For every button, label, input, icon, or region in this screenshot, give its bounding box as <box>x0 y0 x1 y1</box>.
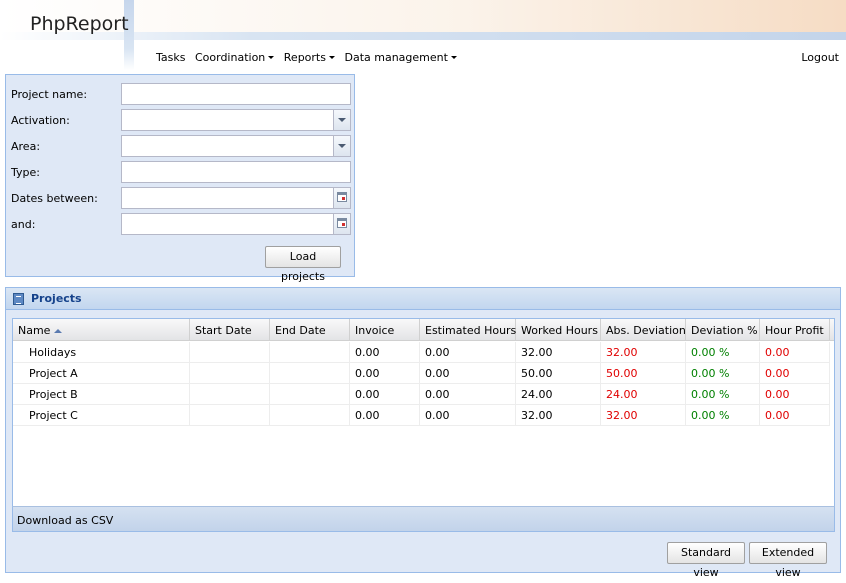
download-csv-link[interactable]: Download as CSV <box>17 514 113 527</box>
column-header-estimated-hours[interactable]: Estimated Hours <box>420 319 516 341</box>
column-header-invoice[interactable]: Invoice <box>350 319 420 341</box>
menu-item-tasks-label: Tasks <box>156 51 186 64</box>
menu-item-data-management[interactable]: Data management <box>344 51 457 64</box>
caret-down-icon <box>450 56 457 59</box>
app-logo: PhpReport <box>30 13 129 35</box>
load-projects-button[interactable]: Load projects <box>265 246 341 283</box>
cell-end-date <box>270 342 350 363</box>
cell-worked-hours: 50.00 <box>516 363 601 384</box>
cell-abs-deviation: 24.00 <box>601 384 686 405</box>
cell-hour-profit: 0.00 <box>760 384 830 405</box>
table-row[interactable]: Project A 0.00 0.00 50.00 50.00 0.00 % 0… <box>13 363 830 384</box>
column-header-abs-deviation[interactable]: Abs. Deviation <box>601 319 686 341</box>
cell-estimated-hours: 0.00 <box>420 342 516 363</box>
column-header-name-label: Name <box>18 324 51 337</box>
cell-name: Project A <box>13 363 190 384</box>
date-from-field[interactable] <box>121 187 351 209</box>
cell-invoice: 0.00 <box>350 342 420 363</box>
cell-start-date <box>190 342 270 363</box>
cell-estimated-hours: 0.00 <box>420 384 516 405</box>
menu-item-coordination-label: Coordination <box>194 51 266 64</box>
column-header-hour-profit[interactable]: Hour Profit <box>760 319 830 341</box>
calendar-icon[interactable] <box>333 214 350 234</box>
cell-name: Holidays <box>13 342 190 363</box>
cell-abs-deviation: 50.00 <box>601 363 686 384</box>
cell-start-date <box>190 384 270 405</box>
activation-combo[interactable] <box>121 109 351 131</box>
type-label: Type: <box>11 166 40 179</box>
table-row[interactable]: Project C 0.00 0.00 32.00 32.00 0.00 % 0… <box>13 405 830 426</box>
projects-grid: Name Start Date End Date Invoice Estimat… <box>12 318 835 532</box>
menu-item-data-management-label: Data management <box>344 51 448 64</box>
cell-end-date <box>270 363 350 384</box>
project-name-label: Project name: <box>11 88 88 101</box>
menu-item-reports-label: Reports <box>283 51 326 64</box>
chevron-down-icon[interactable] <box>333 136 350 156</box>
dates-between-label: Dates between: <box>11 192 98 205</box>
column-header-end-date[interactable]: End Date <box>270 319 350 341</box>
header-accent-bar <box>124 0 134 70</box>
cell-worked-hours: 32.00 <box>516 342 601 363</box>
cell-deviation-pct: 0.00 % <box>686 363 760 384</box>
project-filter-form: Project name: Activation: Area: Type: Da… <box>5 74 355 283</box>
cell-start-date <box>190 363 270 384</box>
project-name-field[interactable] <box>121 83 351 105</box>
projects-panel-title: Projects <box>31 292 82 305</box>
grid-header: Name Start Date End Date Invoice Estimat… <box>13 319 834 341</box>
sort-ascending-icon <box>54 329 63 333</box>
cell-worked-hours: 24.00 <box>516 384 601 405</box>
column-header-worked-hours[interactable]: Worked Hours <box>516 319 601 341</box>
cell-invoice: 0.00 <box>350 405 420 426</box>
menu-item-tasks[interactable]: Tasks <box>156 51 185 64</box>
cell-abs-deviation: 32.00 <box>601 342 686 363</box>
caret-down-icon <box>328 56 335 59</box>
projects-panel-header: Projects <box>6 288 840 310</box>
cell-deviation-pct: 0.00 % <box>686 405 760 426</box>
logout-link[interactable]: Logout <box>801 51 839 64</box>
area-combo[interactable] <box>121 135 351 157</box>
document-icon <box>13 293 24 305</box>
type-field[interactable] <box>121 161 351 183</box>
calendar-icon[interactable] <box>333 188 350 208</box>
extended-view-button[interactable]: Extended view <box>749 542 827 579</box>
cell-invoice: 0.00 <box>350 384 420 405</box>
cell-start-date <box>190 405 270 426</box>
activation-label: Activation: <box>11 114 70 127</box>
cell-hour-profit: 0.00 <box>760 405 830 426</box>
cell-deviation-pct: 0.00 % <box>686 342 760 363</box>
table-row[interactable]: Holidays 0.00 0.00 32.00 32.00 0.00 % 0.… <box>13 342 830 363</box>
standard-view-button[interactable]: Standard view <box>667 542 745 579</box>
chevron-down-icon[interactable] <box>333 110 350 130</box>
grid-footer-toolbar: Download as CSV <box>12 506 835 532</box>
menu-item-reports[interactable]: Reports <box>284 51 335 64</box>
and-label: and: <box>11 218 36 231</box>
cell-estimated-hours: 0.00 <box>420 363 516 384</box>
cell-name: Project C <box>13 405 190 426</box>
menu-item-coordination[interactable]: Coordination <box>194 51 275 64</box>
projects-panel: Projects Name Start Date End Date Invoic… <box>5 287 841 579</box>
cell-deviation-pct: 0.00 % <box>686 384 760 405</box>
main-menu: Tasks Coordination Reports Data manageme… <box>156 51 463 64</box>
cell-abs-deviation: 32.00 <box>601 405 686 426</box>
cell-worked-hours: 32.00 <box>516 405 601 426</box>
cell-hour-profit: 0.00 <box>760 342 830 363</box>
cell-hour-profit: 0.00 <box>760 363 830 384</box>
column-header-deviation-pct[interactable]: Deviation % <box>686 319 760 341</box>
cell-estimated-hours: 0.00 <box>420 405 516 426</box>
cell-name: Project B <box>13 384 190 405</box>
column-header-start-date[interactable]: Start Date <box>190 319 270 341</box>
column-header-name[interactable]: Name <box>13 319 190 341</box>
cell-end-date <box>270 384 350 405</box>
cell-end-date <box>270 405 350 426</box>
caret-down-icon <box>268 56 275 59</box>
cell-invoice: 0.00 <box>350 363 420 384</box>
area-label: Area: <box>11 140 41 153</box>
date-to-field[interactable] <box>121 213 351 235</box>
table-row[interactable]: Project B 0.00 0.00 24.00 24.00 0.00 % 0… <box>13 384 830 405</box>
